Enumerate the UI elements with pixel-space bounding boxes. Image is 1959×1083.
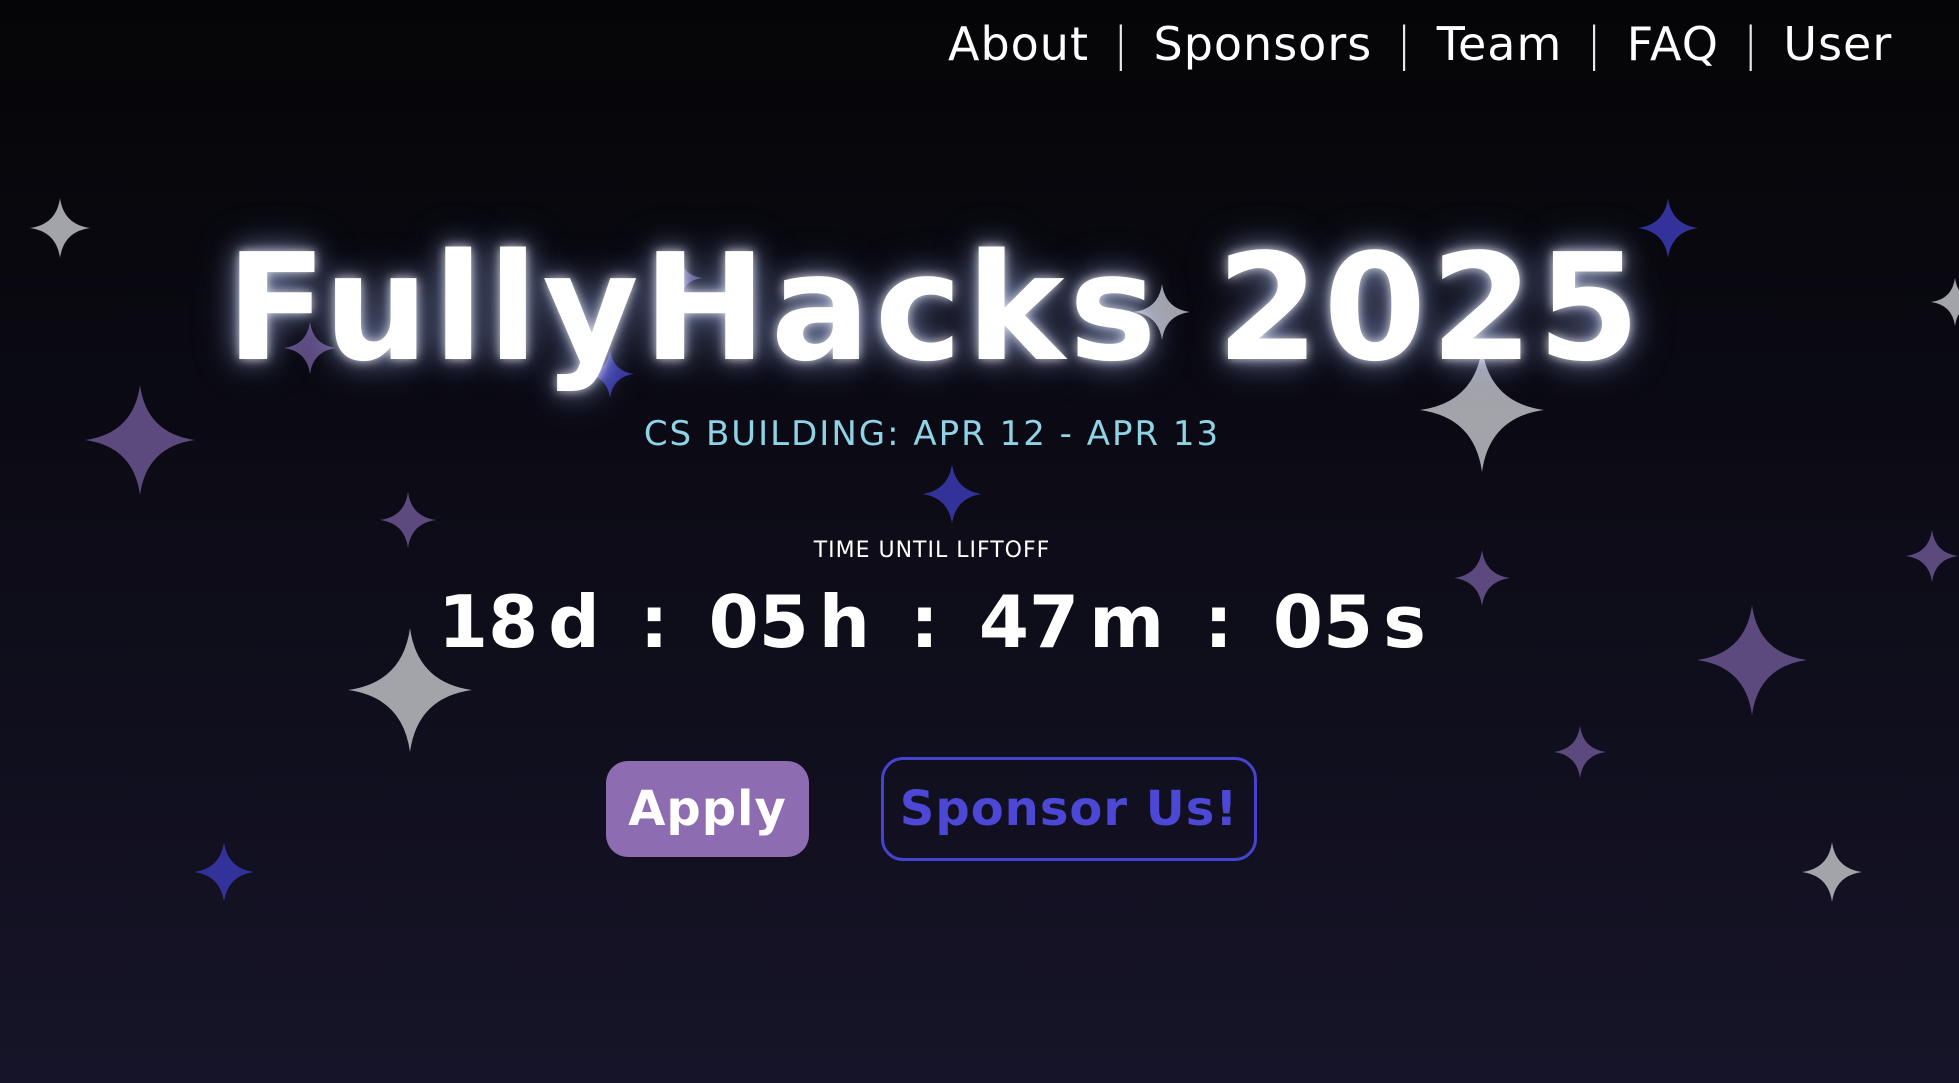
countdown-separator: : <box>1204 580 1233 664</box>
countdown-hours-unit: h <box>818 580 871 664</box>
nav-separator: | <box>1396 17 1413 71</box>
nav-link-user[interactable]: User <box>1783 17 1892 71</box>
countdown-seconds: 05 <box>1272 580 1374 664</box>
countdown-seconds-unit: s <box>1383 580 1426 664</box>
countdown-separator: : <box>639 580 669 664</box>
event-location-dates: CS BUILDING: APR 12 - APR 13 <box>643 414 1221 454</box>
sparkle-star-icon <box>1931 278 1959 326</box>
countdown-minutes: 47 <box>978 580 1080 664</box>
nav-separator: | <box>1586 17 1603 71</box>
nav-link-team[interactable]: Team <box>1437 17 1563 71</box>
countdown-hours: 05 <box>708 580 809 664</box>
countdown-days: 18 <box>438 580 539 664</box>
nav-separator: | <box>1742 17 1760 71</box>
countdown-timer: 18 d:05 h:47 m:05 s <box>0 580 1864 664</box>
nav-link-about[interactable]: About <box>948 17 1089 71</box>
nav-separator: | <box>1113 17 1130 71</box>
countdown-label: TIME UNTIL LIFTOFF <box>813 538 1051 563</box>
sparkle-star-icon <box>1802 842 1862 902</box>
sparkle-star-icon <box>1554 726 1606 778</box>
page-title: FullyHacks 2025 <box>225 222 1645 394</box>
apply-button[interactable]: Apply <box>606 761 809 857</box>
sparkle-star-icon <box>922 464 982 524</box>
countdown-days-unit: d <box>548 580 600 664</box>
sparkle-star-icon <box>194 842 254 902</box>
nav-link-faq[interactable]: FAQ <box>1627 17 1719 71</box>
sparkle-star-icon <box>1906 530 1958 582</box>
sponsor-us-button[interactable]: Sponsor Us! <box>881 757 1257 861</box>
countdown-separator: : <box>910 580 939 664</box>
top-navigation: About | Sponsors | Team | FAQ | User <box>948 14 1959 74</box>
nav-link-sponsors[interactable]: Sponsors <box>1154 17 1373 71</box>
countdown-minutes-unit: m <box>1089 580 1165 664</box>
